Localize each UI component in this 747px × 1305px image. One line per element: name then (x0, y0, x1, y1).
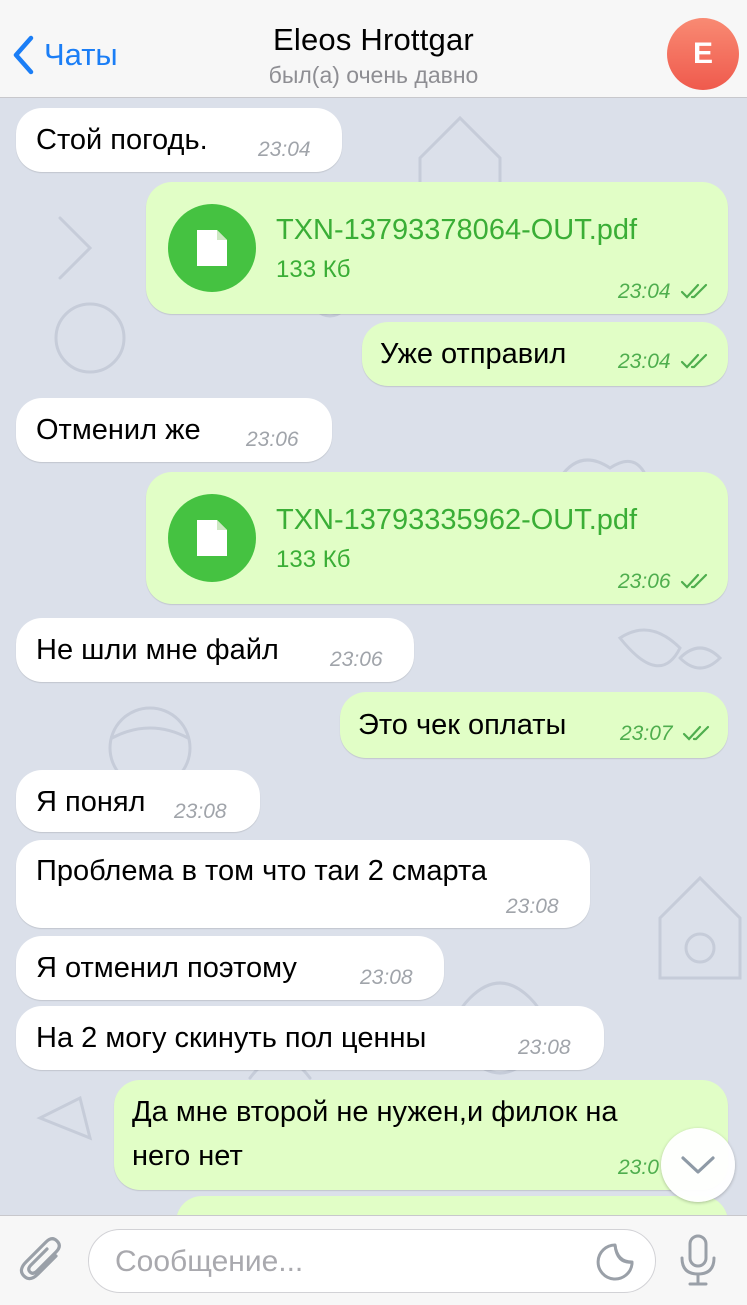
message-text: Это чек оплаты (358, 709, 567, 741)
message-incoming[interactable]: Проблема в том что таи 2 смарта 23:08 (16, 840, 590, 928)
message-outgoing-file[interactable]: TXN-13793335962-OUT.pdf 133 Кб 23:06 (146, 472, 728, 604)
message-time-value: 23:07 (620, 722, 673, 745)
message-outgoing-file[interactable]: TXN-13793378064-OUT.pdf 133 Кб 23:04 (146, 182, 728, 314)
message-time: 23:04 (258, 138, 311, 161)
file-name: TXN-13793335962-OUT.pdf (276, 504, 638, 536)
document-icon (197, 520, 227, 556)
file-download-button[interactable] (168, 494, 256, 582)
double-check-icon (681, 284, 708, 300)
message-incoming[interactable]: Не шли мне файл 23:06 (16, 618, 414, 682)
message-input-bar (0, 1215, 747, 1305)
message-time: 23:04 (618, 280, 710, 304)
message-text-line2: него нет (132, 1140, 243, 1172)
message-time: 23:04 (618, 350, 710, 374)
microphone-button[interactable] (678, 1234, 718, 1293)
document-icon (197, 230, 227, 266)
last-seen-status: был(а) очень давно (268, 62, 479, 88)
message-outgoing[interactable]: Уже отправил 23:04 (362, 322, 728, 386)
double-check-icon (681, 574, 708, 590)
message-text: Стой погодь. (36, 124, 208, 156)
message-incoming[interactable]: Я отменил поэтому 23:08 (16, 936, 444, 1000)
chat-title[interactable]: Eleos Hrottgar (0, 22, 747, 58)
message-text: Не шли мне файл (36, 634, 279, 666)
message-text: Отменил же (36, 414, 201, 446)
message-time-value: 23:04 (618, 350, 671, 373)
attach-button[interactable] (18, 1236, 66, 1291)
avatar[interactable]: E (667, 18, 739, 90)
message-text: На 2 могу скинуть пол ценны (36, 1022, 427, 1054)
message-time: 23:06 (618, 570, 710, 594)
avatar-letter: E (692, 37, 713, 70)
message-text-line1: Да мне второй не нужен,и филок на (132, 1096, 618, 1128)
message-time: 23:08 (360, 966, 413, 989)
message-time: 23:08 (518, 1036, 571, 1059)
message-time: 23:07 (620, 722, 712, 746)
scroll-to-bottom-button[interactable] (661, 1128, 735, 1202)
message-incoming[interactable]: На 2 могу скинуть пол ценны 23:08 (16, 1006, 604, 1070)
double-check-icon (683, 726, 710, 742)
message-text: Я отменил поэтому (36, 952, 297, 984)
message-incoming[interactable]: Отменил же 23:06 (16, 398, 332, 462)
message-field[interactable] (88, 1229, 656, 1293)
message-time: 23:08 (506, 895, 559, 918)
file-size: 133 Кб (276, 256, 351, 283)
message-text: Я понял (36, 786, 146, 818)
sticker-icon (596, 1243, 634, 1281)
message-text: Проблема в том что таи 2 смарта (36, 855, 488, 887)
message-incoming[interactable]: Стой погодь. 23:04 (16, 108, 342, 172)
file-name: TXN-13793378064-OUT.pdf (276, 214, 638, 246)
double-check-icon (681, 354, 708, 370)
file-size: 133 Кб (276, 546, 351, 573)
message-time: 23:0 (618, 1156, 659, 1179)
file-download-button[interactable] (168, 204, 256, 292)
message-time-value: 23:04 (618, 280, 671, 303)
chat-header: Чаты Eleos Hrottgar был(а) очень давно E (0, 0, 747, 98)
message-time-value: 23:06 (618, 570, 671, 593)
message-incoming[interactable]: Я понял 23:08 (16, 770, 260, 832)
message-time: 23:06 (330, 648, 383, 671)
message-outgoing[interactable]: Да мне второй не нужен,и филок на него н… (114, 1080, 728, 1190)
message-time: 23:06 (246, 428, 299, 451)
message-outgoing[interactable]: Это чек оплаты 23:07 (340, 692, 728, 758)
message-input[interactable] (113, 1240, 587, 1284)
paperclip-icon (19, 1237, 61, 1281)
sticker-button[interactable] (595, 1242, 635, 1287)
message-time: 23:08 (174, 800, 227, 823)
chevron-down-icon (681, 1156, 715, 1174)
microphone-icon (680, 1234, 716, 1286)
message-text: Уже отправил (380, 338, 567, 370)
